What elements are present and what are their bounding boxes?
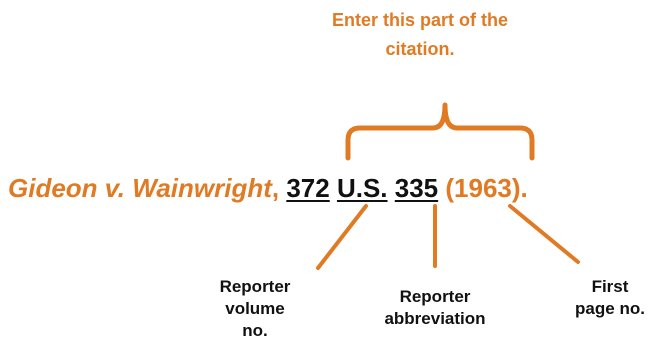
case-name: Gideon v. Wainwright [8, 173, 272, 203]
pointer-line-volume [316, 204, 368, 270]
pointer-line-page [508, 204, 580, 264]
reporter-volume: 372 [286, 173, 330, 203]
citation-separator: , [271, 173, 287, 203]
label-reporter-abbreviation: Reporter abbreviation [384, 287, 486, 328]
citation-year: (1963). [445, 173, 528, 203]
label-reporter-volume: Reporter volume no. [219, 277, 291, 340]
label-first-page: First page no. [575, 277, 645, 318]
curly-brace [345, 102, 535, 161]
legal-citation: Gideon v. Wainwright, 372 U.S. 335 (1963… [8, 172, 528, 204]
first-page: 335 [394, 173, 439, 203]
reporter-abbreviation: U.S. [336, 173, 388, 203]
